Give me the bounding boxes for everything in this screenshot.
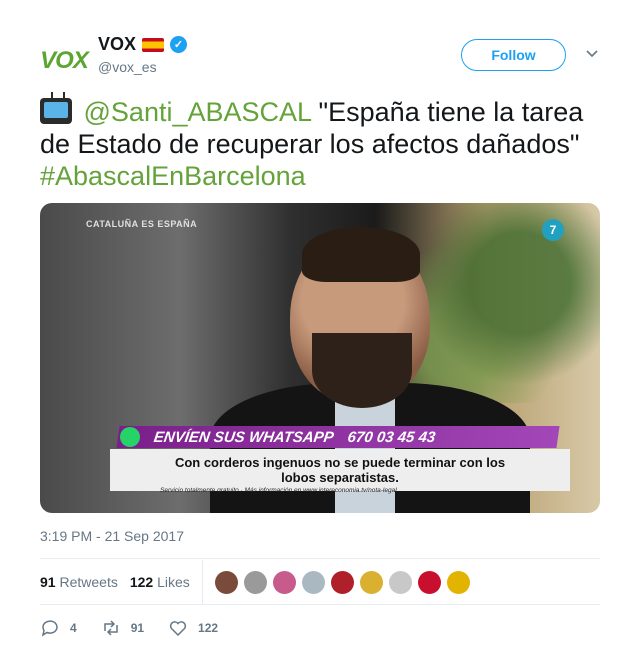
- tweet-header: VOX VOX ✓ @vox_es Follow: [40, 30, 600, 82]
- reply-icon: [41, 620, 58, 637]
- retweets-count: 91: [40, 574, 56, 590]
- spain-flag-icon: [142, 37, 165, 52]
- person-beard: [312, 333, 412, 408]
- quote-caption: Con corderos ingenuos no se puede termin…: [110, 449, 570, 491]
- channel-logo-icon: 7: [542, 219, 564, 241]
- likes-label: Likes: [157, 574, 190, 590]
- liker-avatar[interactable]: [214, 570, 238, 594]
- follow-button[interactable]: Follow: [461, 39, 566, 71]
- liker-avatar[interactable]: [272, 570, 296, 594]
- likers-avatars: [214, 570, 470, 594]
- liker-avatar[interactable]: [359, 570, 383, 594]
- liker-avatar[interactable]: [301, 570, 325, 594]
- hashtag-link[interactable]: #AbascalEnBarcelona: [40, 161, 306, 191]
- tweet-actions: 4 91 122: [40, 618, 242, 638]
- divider: [40, 604, 600, 605]
- divider: [40, 558, 600, 559]
- retweet-button[interactable]: 91: [101, 618, 144, 638]
- whatsapp-banner: ENVÍEN SUS WHATSAPP 670 03 45 43: [116, 426, 560, 448]
- person-hair: [302, 227, 420, 282]
- liker-avatar[interactable]: [330, 570, 354, 594]
- television-icon: [40, 92, 72, 124]
- account-handle[interactable]: @vox_es: [98, 59, 157, 75]
- verified-badge-icon: ✓: [170, 36, 188, 53]
- whatsapp-label: ENVÍEN SUS WHATSAPP: [152, 428, 335, 446]
- tweet-media-image[interactable]: CATALUÑA ES ESPAÑA 7 ENVÍEN SUS WHATSAPP…: [40, 203, 600, 513]
- whatsapp-icon: [120, 427, 140, 447]
- retweet-icon: [103, 620, 118, 636]
- liker-avatar[interactable]: [388, 570, 412, 594]
- display-name[interactable]: VOX: [98, 34, 136, 55]
- like-button[interactable]: 122: [168, 618, 218, 638]
- liker-avatar[interactable]: [417, 570, 441, 594]
- retweet-count: 91: [130, 621, 145, 635]
- likes-stat[interactable]: 122 Likes: [130, 574, 190, 590]
- broadcast-corner-label: CATALUÑA ES ESPAÑA: [86, 219, 198, 229]
- liker-avatar[interactable]: [243, 570, 267, 594]
- stats-separator: [201, 560, 203, 604]
- background-plants: [400, 203, 600, 403]
- reply-count: 4: [70, 621, 77, 635]
- tweet-timestamp[interactable]: 3:19 PM - 21 Sep 2017: [40, 528, 184, 544]
- caption-disclaimer: Servicio totalmente gratuito · Más infor…: [160, 487, 397, 494]
- like-count: 122: [198, 621, 219, 635]
- heart-icon: [169, 621, 187, 637]
- mention-link[interactable]: @Santi_ABASCAL: [84, 97, 312, 127]
- chevron-down-icon[interactable]: [585, 46, 599, 60]
- caption-line-1: Con corderos ingenuos no se puede termin…: [174, 455, 506, 470]
- tweet-text: @Santi_ABASCAL "España tiene la tarea de…: [40, 92, 605, 192]
- whatsapp-number: 670 03 45 43: [346, 428, 437, 446]
- caption-line-2: lobos separatistas.: [281, 470, 399, 485]
- liker-avatar[interactable]: [446, 570, 470, 594]
- account-avatar[interactable]: VOX: [40, 37, 89, 85]
- likes-count: 122: [129, 574, 154, 590]
- retweets-stat[interactable]: 91 Retweets: [40, 574, 118, 590]
- name-row: VOX ✓: [98, 34, 188, 55]
- engagement-stats: 91 Retweets 122 Likes: [40, 560, 600, 604]
- reply-button[interactable]: 4: [40, 618, 77, 638]
- retweets-label: Retweets: [59, 574, 118, 590]
